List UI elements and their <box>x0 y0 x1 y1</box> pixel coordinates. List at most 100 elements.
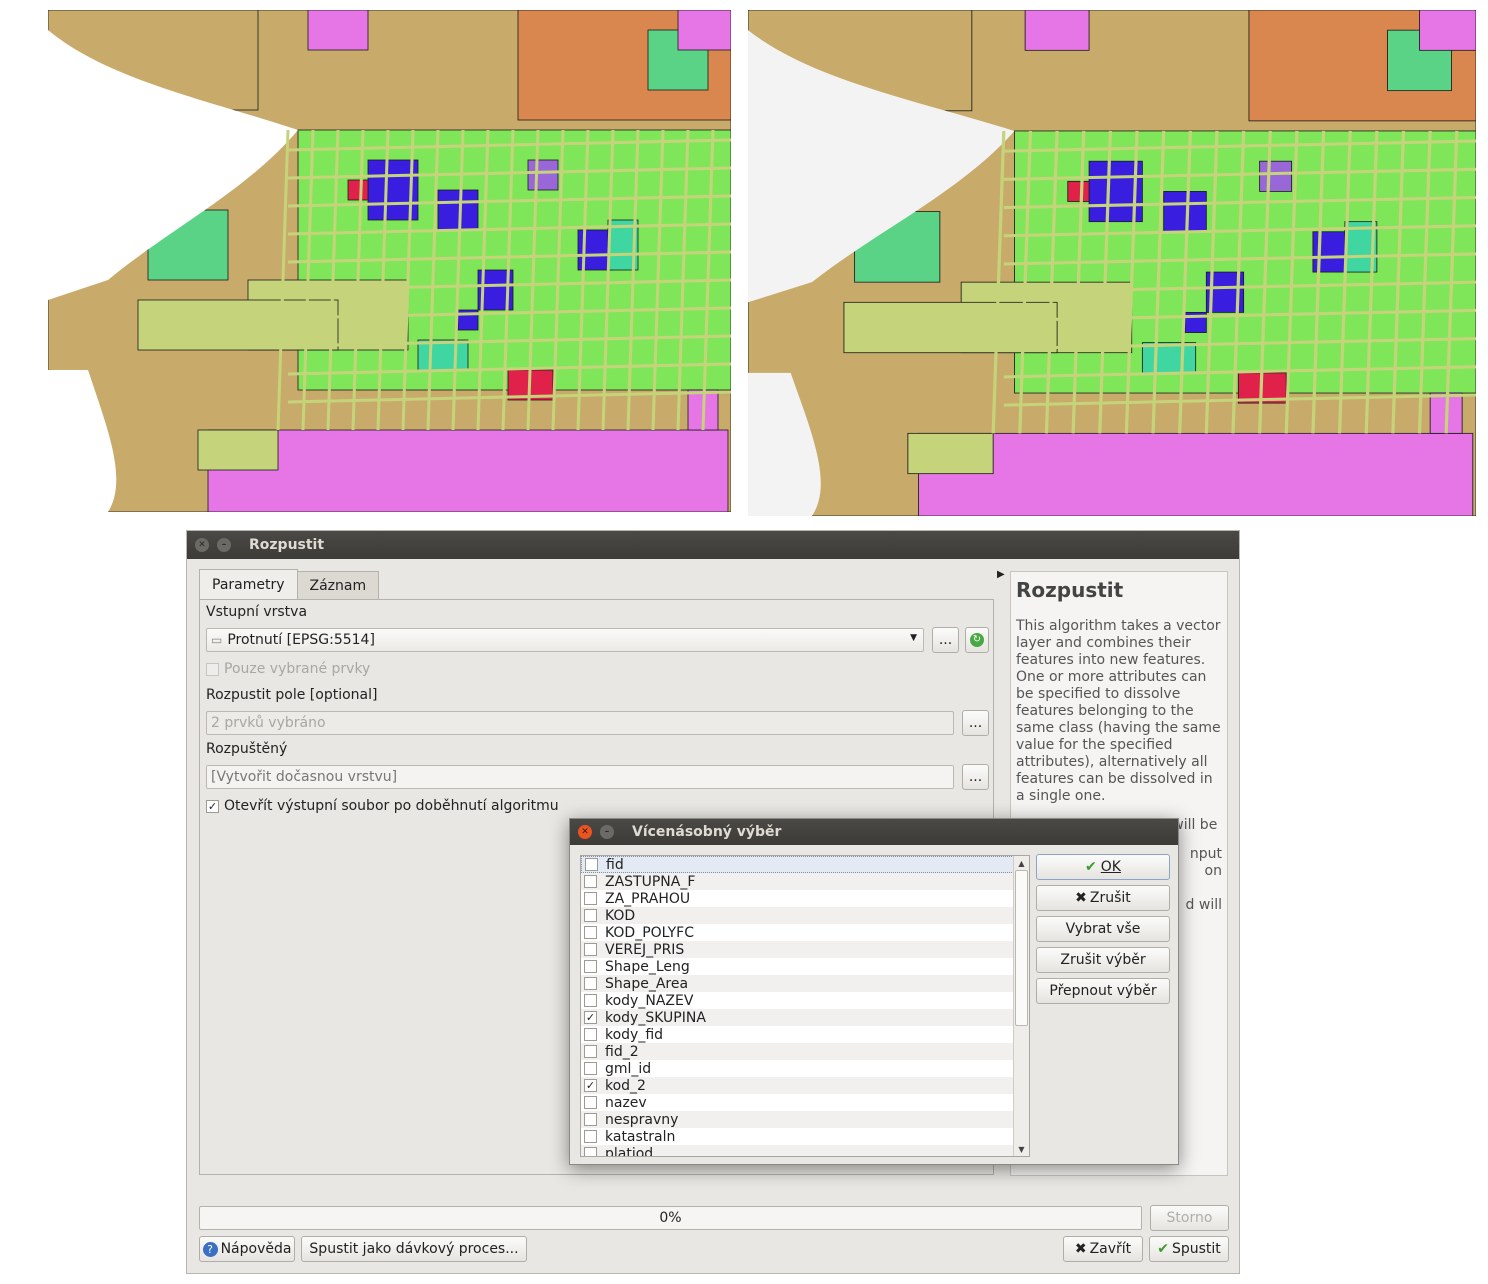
select-all-button[interactable]: Vybrat vše <box>1036 916 1170 942</box>
help-icon: ? <box>202 1241 218 1257</box>
map-polygon <box>1067 180 1090 202</box>
field-checkbox[interactable] <box>584 960 597 973</box>
run-button[interactable]: ✔ Spustit <box>1149 1236 1229 1262</box>
iterate-button[interactable]: ↻ <box>965 627 989 653</box>
close-window-icon[interactable]: ✕ <box>195 538 209 552</box>
ok-button[interactable]: ✔ OK <box>1036 854 1170 880</box>
field-label: gml_id <box>605 1060 652 1077</box>
field-checkbox[interactable] <box>584 1130 597 1143</box>
batch-process-button[interactable]: Spustit jako dávkový proces... <box>301 1236 527 1262</box>
ok-check-icon: ✔ <box>1085 859 1097 875</box>
field-list-item[interactable]: Shape_Leng <box>581 958 1014 975</box>
field-list-item[interactable]: ✓ kody_SKUPINA <box>581 1009 1014 1026</box>
field-label: Shape_Area <box>605 975 689 992</box>
tab-parameters[interactable]: Parametry <box>199 569 298 599</box>
storno-button[interactable]: Storno <box>1150 1205 1229 1231</box>
modal-minimize-icon[interactable]: – <box>600 825 614 839</box>
field-label: ZA_PRAHOU <box>605 890 691 907</box>
minimize-window-icon[interactable]: – <box>217 538 231 552</box>
field-list-item[interactable]: ZA_PRAHOU <box>581 890 1014 907</box>
map-polygon <box>527 159 559 191</box>
output-browse-button[interactable]: ... <box>962 764 989 790</box>
field-list-item[interactable]: fid <box>581 856 1014 873</box>
modal-close-icon[interactable]: ✕ <box>578 825 592 839</box>
field-checkbox[interactable] <box>584 875 597 888</box>
panel-collapse-arrow-icon[interactable]: ▶ <box>997 569 1005 580</box>
scroll-down-icon[interactable]: ▼ <box>1014 1142 1029 1156</box>
dissolve-field-browse-button[interactable]: ... <box>962 710 989 736</box>
field-label: kody_NAZEV <box>605 992 694 1009</box>
field-checkbox[interactable] <box>584 977 597 990</box>
close-button[interactable]: ✖ Zavřít <box>1063 1236 1143 1262</box>
field-list-item[interactable]: KOD_POLYFC <box>581 924 1014 941</box>
modal-titlebar: ✕ – Vícenásobný výběr <box>570 819 1178 845</box>
help-paragraph-1: This algorithm takes a vector layer and … <box>1016 618 1221 804</box>
run-button-label: Spustit <box>1171 1241 1221 1257</box>
help-title: Rozpustit <box>1016 578 1124 602</box>
map-polygon <box>677 10 731 51</box>
dropdown-arrow-icon[interactable]: ▼ <box>910 633 917 643</box>
close-button-label: Zavřít <box>1089 1241 1132 1257</box>
map-canvas-left <box>48 10 731 512</box>
field-list-item[interactable]: ZASTUPNA_F <box>581 873 1014 890</box>
field-checkbox[interactable]: ✓ <box>584 1079 597 1092</box>
tab-log[interactable]: Záznam <box>296 571 380 599</box>
field-list-item[interactable]: nespravny <box>581 1111 1014 1128</box>
field-checkbox[interactable] <box>584 1096 597 1109</box>
dialog-title: Rozpustit <box>249 537 325 553</box>
field-checkbox[interactable] <box>584 1045 597 1058</box>
field-checkbox[interactable] <box>585 858 598 871</box>
field-checkbox[interactable]: ✓ <box>584 1011 597 1024</box>
field-checkbox[interactable] <box>584 1028 597 1041</box>
modal-cancel-button[interactable]: ✖ Zrušit <box>1036 885 1170 911</box>
field-checkbox[interactable] <box>584 943 597 956</box>
field-list-item[interactable]: kody_fid <box>581 1026 1014 1043</box>
scroll-up-icon[interactable]: ▲ <box>1014 856 1029 870</box>
clear-selection-button[interactable]: Zrušit výběr <box>1036 947 1170 973</box>
scroll-thumb[interactable] <box>1015 870 1028 1026</box>
help-button-label: Nápověda <box>220 1241 292 1257</box>
toggle-selection-button[interactable]: Přepnout výběr <box>1036 978 1170 1004</box>
map-left-svg <box>48 10 731 512</box>
field-list: fid ZASTUPNA_F ZA_PRAHOU KOD KOD_POLYFC VEREJ… <box>580 855 1030 1157</box>
field-checkbox[interactable] <box>584 1113 597 1126</box>
field-list-item[interactable]: nazev <box>581 1094 1014 1111</box>
field-checkbox[interactable] <box>584 892 597 905</box>
field-list-item[interactable]: platiod <box>581 1145 1014 1156</box>
field-label: katastraln <box>605 1128 676 1145</box>
field-list-item[interactable]: VEREJ_PRIS <box>581 941 1014 958</box>
selected-only-label: Pouze vybrané prvky <box>224 661 371 677</box>
field-checkbox[interactable] <box>584 926 597 939</box>
multiple-selection-dialog: ✕ – Vícenásobný výběr fid ZASTUPNA_F ZA_PR… <box>569 818 1179 1165</box>
field-list-item[interactable]: ✓ kod_2 <box>581 1077 1014 1094</box>
tab-bar: Parametry Záznam <box>199 569 380 599</box>
map-polygon <box>918 432 1474 516</box>
iterate-icon: ↻ <box>970 633 984 647</box>
field-list-item[interactable]: kody_NAZEV <box>581 992 1014 1009</box>
field-list-item[interactable]: gml_id <box>581 1060 1014 1077</box>
field-checkbox[interactable] <box>584 1062 597 1075</box>
field-list-item[interactable]: fid_2 <box>581 1043 1014 1060</box>
field-list-items: fid ZASTUPNA_F ZA_PRAHOU KOD KOD_POLYFC VEREJ… <box>581 856 1014 1156</box>
input-layer-label: Vstupní vrstva <box>206 604 308 620</box>
field-list-scrollbar[interactable]: ▲ ▼ <box>1013 856 1029 1156</box>
field-checkbox[interactable] <box>584 994 597 1007</box>
cancel-x-icon: ✖ <box>1075 890 1087 906</box>
field-list-item[interactable]: katastraln <box>581 1128 1014 1145</box>
input-layer-browse-button[interactable]: ... <box>932 627 959 653</box>
field-list-item[interactable]: KOD <box>581 907 1014 924</box>
field-label: ZASTUPNA_F <box>605 873 696 890</box>
field-checkbox[interactable] <box>584 909 597 922</box>
field-checkbox[interactable] <box>584 1147 597 1156</box>
help-button[interactable]: ? Nápověda <box>199 1236 295 1262</box>
map-polygon <box>307 10 369 51</box>
selected-only-checkbox[interactable] <box>206 663 219 676</box>
map-polygon <box>1419 10 1476 51</box>
open-output-checkbox[interactable]: ✓ <box>206 800 219 813</box>
field-list-item[interactable]: Shape_Area <box>581 975 1014 992</box>
map-polygon <box>417 339 469 371</box>
output-input[interactable]: [Vytvořit dočasnou vrstvu] <box>206 765 954 789</box>
input-layer-combo[interactable]: ▭ Protnutí [EPSG:5514] ▼ <box>206 628 924 652</box>
dissolve-field-input[interactable]: 2 prvků vybráno <box>206 711 954 735</box>
map-polygon <box>1163 191 1207 233</box>
